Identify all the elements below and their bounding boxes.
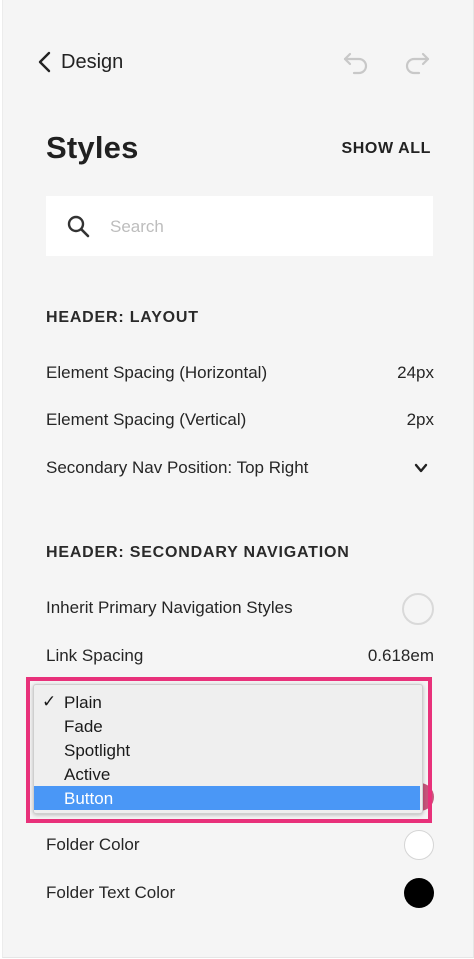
page-title: Styles — [46, 130, 139, 165]
row-label: Folder Color — [46, 835, 140, 854]
redo-button[interactable] — [402, 48, 432, 76]
row-label: Link Spacing — [46, 646, 144, 665]
show-all-button[interactable]: SHOW ALL — [341, 140, 431, 158]
chevron-left-icon — [38, 51, 51, 73]
search-box[interactable] — [46, 196, 433, 256]
inherit-toggle[interactable] — [402, 593, 434, 625]
chevron-down-icon — [414, 463, 428, 473]
redo-icon — [405, 52, 430, 75]
undo-icon — [343, 52, 368, 75]
link-spacing-row[interactable]: Link Spacing 0.618em — [46, 642, 434, 672]
row-value: 24px — [397, 363, 434, 382]
top-bar: Design — [3, 42, 473, 82]
row-label: Inherit Primary Navigation Styles — [46, 598, 293, 617]
element-spacing-vertical-row[interactable]: Element Spacing (Vertical) 2px — [46, 406, 434, 436]
back-label: Design — [61, 50, 124, 73]
styles-panel: Design Styles SHOW ALL HEADER: LAYOUT El… — [2, 0, 474, 958]
folder-text-color-swatch[interactable] — [404, 878, 434, 908]
row-value: 0.618em — [367, 646, 434, 665]
folder-color-swatch[interactable] — [404, 830, 434, 860]
row-label: Folder Text Color — [46, 883, 176, 902]
section-heading-layout: HEADER: LAYOUT — [46, 309, 199, 326]
row-label: Secondary Nav Position: Top Right — [46, 458, 309, 477]
folder-color-row[interactable]: Folder Color — [46, 830, 434, 861]
search-input[interactable] — [108, 212, 412, 242]
highlight-annotation-box — [26, 677, 432, 823]
row-label: Element Spacing (Horizontal) — [46, 363, 268, 382]
row-label: Element Spacing (Vertical) — [46, 410, 247, 429]
section-heading-secondary-navigation: HEADER: SECONDARY NAVIGATION — [46, 544, 350, 561]
undo-button[interactable] — [341, 48, 371, 76]
inherit-primary-styles-row[interactable]: Inherit Primary Navigation Styles — [46, 593, 434, 625]
element-spacing-horizontal-row[interactable]: Element Spacing (Horizontal) 24px — [46, 359, 434, 389]
row-value: 2px — [406, 410, 434, 429]
secondary-nav-position-select[interactable]: Secondary Nav Position: Top Right — [46, 454, 434, 484]
search-icon — [67, 215, 90, 238]
back-button[interactable]: Design — [37, 48, 123, 76]
folder-text-color-row[interactable]: Folder Text Color — [46, 878, 434, 909]
